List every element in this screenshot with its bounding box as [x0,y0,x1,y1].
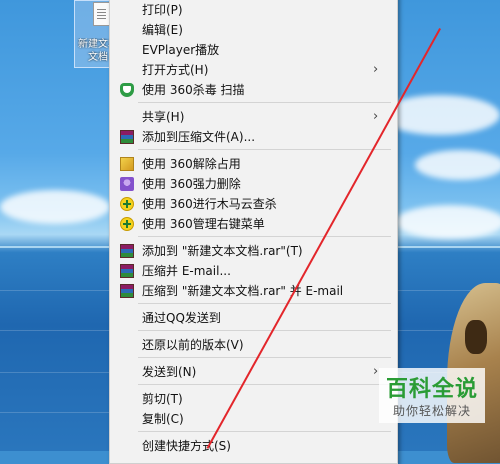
menu-item-label: 还原以前的版本(V) [142,338,244,352]
watermark: 百科全说 助你轻松解决 [379,368,485,423]
menu-separator [138,102,391,103]
menu-item-edit[interactable]: 编辑(E) [110,20,397,40]
menu-item-360-manage-menu[interactable]: 使用 360管理右键菜单 [110,214,397,234]
menu-item-compress-rar-email[interactable]: 压缩到 "新建文本文档.rar" 并 E-mail [110,281,397,301]
cloud [415,150,500,180]
menu-item-send-via-qq[interactable]: 通过QQ发送到 [110,308,397,328]
context-menu: 打印(P) 编辑(E) EVPlayer播放 打开方式(H) › 使用 360杀… [109,0,398,464]
menu-item-label: 使用 360杀毒 扫描 [142,83,245,97]
winrar-icon [120,130,134,144]
menu-separator [138,149,391,150]
menu-separator [138,357,391,358]
menu-separator [138,303,391,304]
menu-item-label: 创建快捷方式(S) [142,439,231,453]
menu-item-360-unlock[interactable]: 使用 360解除占用 [110,154,397,174]
menu-item-restore-versions[interactable]: 还原以前的版本(V) [110,335,397,355]
menu-separator [138,384,391,385]
winrar-icon [120,284,134,298]
menu-item-label: 发送到(N) [142,365,197,379]
cloud [0,190,110,224]
winrar-icon [120,264,134,278]
360-plus-icon [120,197,134,211]
menu-item-label: 剪切(T) [142,392,183,406]
menu-item-label: EVPlayer播放 [142,43,220,57]
menu-item-label: 打开方式(H) [142,63,209,77]
menu-item-label: 压缩到 "新建文本文档.rar" 并 E-mail [142,284,344,298]
360-plus-icon [120,217,134,231]
watermark-title: 百科全说 [385,377,478,402]
force-delete-icon [120,177,134,191]
rock-hole [465,320,487,354]
menu-item-compress-email[interactable]: 压缩并 E-mail... [110,261,397,281]
menu-item-label: 使用 360强力删除 [142,177,241,191]
menu-item-add-to-rar[interactable]: 添加到 "新建文本文档.rar"(T) [110,241,397,261]
menu-item-label: 使用 360管理右键菜单 [142,217,265,231]
menu-item-label: 使用 360进行木马云查杀 [142,197,277,211]
menu-item-evplayer[interactable]: EVPlayer播放 [110,40,397,60]
submenu-arrow-icon: › [373,364,379,379]
menu-item-open-with[interactable]: 打开方式(H) › [110,60,397,80]
menu-item-360-scan[interactable]: 使用 360杀毒 扫描 [110,80,397,100]
menu-item-label: 压缩并 E-mail... [142,264,231,278]
menu-item-copy[interactable]: 复制(C) [110,409,397,429]
menu-item-label: 共享(H) [142,110,185,124]
menu-item-add-archive[interactable]: 添加到压缩文件(A)... [110,127,397,147]
menu-separator [138,330,391,331]
menu-item-cut[interactable]: 剪切(T) [110,389,397,409]
submenu-arrow-icon: › [373,109,379,124]
shield-360-icon [120,83,134,97]
menu-item-label: 使用 360解除占用 [142,157,241,171]
menu-item-label: 打印(P) [142,3,183,17]
menu-item-label: 添加到压缩文件(A)... [142,130,256,144]
menu-item-label: 复制(C) [142,412,184,426]
menu-separator [138,236,391,237]
menu-item-label: 编辑(E) [142,23,183,37]
cloud [395,205,500,239]
menu-item-360-trojan-scan[interactable]: 使用 360进行木马云查杀 [110,194,397,214]
winrar-icon [120,244,134,258]
menu-item-print[interactable]: 打印(P) [110,0,397,20]
menu-item-label: 通过QQ发送到 [142,311,221,325]
menu-separator [138,431,391,432]
menu-item-create-shortcut[interactable]: 创建快捷方式(S) [110,436,397,456]
unlock-icon [120,157,134,171]
submenu-arrow-icon: › [373,62,379,77]
menu-item-share[interactable]: 共享(H) › [110,107,397,127]
menu-item-label: 添加到 "新建文本文档.rar"(T) [142,244,303,258]
watermark-subtitle: 助你轻松解决 [392,404,471,418]
